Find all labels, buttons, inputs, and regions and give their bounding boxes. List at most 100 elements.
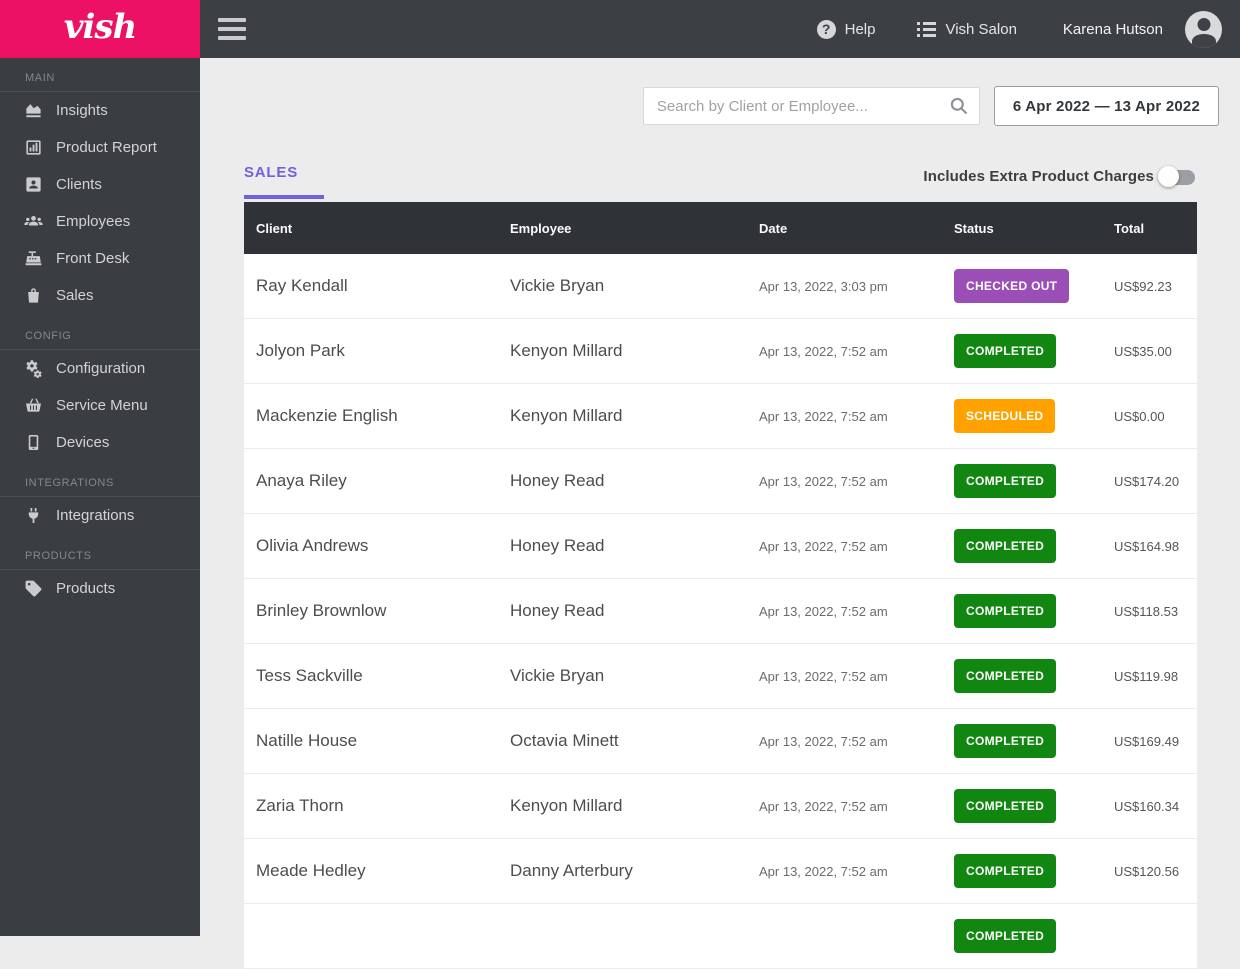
table-row[interactable]: Meade HedleyDanny ArterburyApr 13, 2022,… bbox=[244, 839, 1197, 904]
sidebar-item-devices[interactable]: Devices bbox=[0, 424, 200, 461]
extra-charges-toggle-label: Includes Extra Product Charges bbox=[923, 168, 1154, 185]
user-name: Karena Hutson bbox=[1063, 21, 1163, 38]
status-cell: CHECKED OUT bbox=[942, 269, 1102, 303]
sidebar-item-employees[interactable]: Employees bbox=[0, 203, 200, 240]
employee-cell: Honey Read bbox=[498, 536, 747, 556]
table-row[interactable]: Anaya RileyHoney ReadApr 13, 2022, 7:52 … bbox=[244, 449, 1197, 514]
column-header-status: Status bbox=[942, 221, 1102, 236]
search-icon[interactable] bbox=[949, 96, 969, 116]
date-cell: Apr 13, 2022, 7:52 am bbox=[747, 539, 942, 554]
sidebar-item-sales[interactable]: Sales bbox=[0, 277, 200, 314]
salon-name-label: Vish Salon bbox=[945, 21, 1016, 38]
client-cell: Zaria Thorn bbox=[244, 796, 498, 816]
client-cell: Olivia Andrews bbox=[244, 536, 498, 556]
status-badge: COMPLETED bbox=[954, 334, 1056, 368]
sidebar-section-label: MAIN bbox=[0, 72, 200, 91]
client-cell: Anaya Riley bbox=[244, 471, 498, 491]
status-cell: COMPLETED bbox=[942, 659, 1102, 693]
employee-cell: Octavia Minett bbox=[498, 731, 747, 751]
sidebar-item-service-menu[interactable]: Service Menu bbox=[0, 387, 200, 424]
date-cell: Apr 13, 2022, 7:52 am bbox=[747, 604, 942, 619]
date-cell: Apr 13, 2022, 3:03 pm bbox=[747, 279, 942, 294]
cash-register-icon bbox=[24, 249, 43, 268]
total-cell: US$174.20 bbox=[1102, 474, 1197, 489]
date-cell: Apr 13, 2022, 7:52 am bbox=[747, 799, 942, 814]
date-cell: Apr 13, 2022, 7:52 am bbox=[747, 474, 942, 489]
salon-selector[interactable]: Vish Salon bbox=[917, 21, 1016, 38]
list-icon bbox=[917, 21, 936, 38]
date-cell: Apr 13, 2022, 7:52 am bbox=[747, 669, 942, 684]
table-row[interactable]: Ray KendallVickie BryanApr 13, 2022, 3:0… bbox=[244, 254, 1197, 319]
date-cell: Apr 13, 2022, 7:52 am bbox=[747, 344, 942, 359]
total-cell: US$120.56 bbox=[1102, 864, 1197, 879]
sidebar-item-configuration[interactable]: Configuration bbox=[0, 350, 200, 387]
sidebar-item-clients[interactable]: Clients bbox=[0, 166, 200, 203]
column-header-employee: Employee bbox=[498, 221, 747, 236]
status-cell: COMPLETED bbox=[942, 789, 1102, 823]
tablet-icon bbox=[24, 433, 43, 452]
table-row[interactable]: COMPLETED bbox=[244, 904, 1197, 969]
client-cell: Tess Sackville bbox=[244, 666, 498, 686]
date-range-button[interactable]: 6 Apr 2022 — 13 Apr 2022 bbox=[994, 86, 1219, 126]
sidebar-item-products[interactable]: Products bbox=[0, 570, 200, 607]
status-badge: COMPLETED bbox=[954, 724, 1056, 758]
menu-hamburger-icon[interactable] bbox=[218, 18, 246, 40]
area-chart-icon bbox=[24, 101, 43, 120]
employee-cell: Honey Read bbox=[498, 471, 747, 491]
employee-cell: Vickie Bryan bbox=[498, 666, 747, 686]
sidebar-item-insights[interactable]: Insights bbox=[0, 92, 200, 129]
total-cell: US$169.49 bbox=[1102, 734, 1197, 749]
total-cell: US$164.98 bbox=[1102, 539, 1197, 554]
table-row[interactable]: Zaria ThornKenyon MillardApr 13, 2022, 7… bbox=[244, 774, 1197, 839]
employee-cell: Danny Arterbury bbox=[498, 861, 747, 881]
sidebar-section-label: PRODUCTS bbox=[0, 550, 200, 569]
status-cell: COMPLETED bbox=[942, 594, 1102, 628]
sidebar-item-product-report[interactable]: Product Report bbox=[0, 129, 200, 166]
total-cell: US$92.23 bbox=[1102, 279, 1197, 294]
sidebar-item-front-desk[interactable]: Front Desk bbox=[0, 240, 200, 277]
sidebar-section-label: INTEGRATIONS bbox=[0, 477, 200, 496]
table-row[interactable]: Jolyon ParkKenyon MillardApr 13, 2022, 7… bbox=[244, 319, 1197, 384]
table-row[interactable]: Natille HouseOctavia MinettApr 13, 2022,… bbox=[244, 709, 1197, 774]
employee-cell: Kenyon Millard bbox=[498, 406, 747, 426]
vish-logo[interactable]: vish bbox=[0, 0, 200, 58]
sidebar-item-label: Configuration bbox=[56, 360, 145, 377]
table-row[interactable]: Tess SackvilleVickie BryanApr 13, 2022, … bbox=[244, 644, 1197, 709]
total-cell: US$0.00 bbox=[1102, 409, 1197, 424]
sidebar-item-label: Front Desk bbox=[56, 250, 129, 267]
tab-active-underline bbox=[244, 195, 324, 199]
status-badge: COMPLETED bbox=[954, 659, 1056, 693]
main-content: 6 Apr 2022 — 13 Apr 2022 SALES Includes … bbox=[200, 58, 1240, 936]
status-cell: COMPLETED bbox=[942, 464, 1102, 498]
contact-card-icon bbox=[24, 175, 43, 194]
date-cell: Apr 13, 2022, 7:52 am bbox=[747, 409, 942, 424]
sidebar-section: MAINInsightsProduct ReportClientsEmploye… bbox=[0, 72, 200, 314]
table-row[interactable]: Mackenzie EnglishKenyon MillardApr 13, 2… bbox=[244, 384, 1197, 449]
vish-logo-text: vish bbox=[64, 10, 137, 48]
column-header-total: Total bbox=[1102, 221, 1197, 236]
sidebar-item-label: Integrations bbox=[56, 507, 134, 524]
client-cell: Ray Kendall bbox=[244, 276, 498, 296]
date-cell: Apr 13, 2022, 7:52 am bbox=[747, 734, 942, 749]
tab-sales[interactable]: SALES bbox=[244, 164, 324, 199]
table-row[interactable]: Olivia AndrewsHoney ReadApr 13, 2022, 7:… bbox=[244, 514, 1197, 579]
sidebar-section: INTEGRATIONS Integrations bbox=[0, 477, 200, 534]
date-cell: Apr 13, 2022, 7:52 am bbox=[747, 864, 942, 879]
plug-icon bbox=[24, 506, 43, 525]
sales-table-body: Ray Kendall Vickie Bryan Apr 13, 2022, 3:0… bbox=[244, 254, 1197, 969]
basket-icon bbox=[24, 396, 43, 415]
employee-cell: Kenyon Millard bbox=[498, 341, 747, 361]
table-row[interactable]: Brinley BrownlowHoney ReadApr 13, 2022, … bbox=[244, 579, 1197, 644]
column-header-date: Date bbox=[747, 221, 942, 236]
status-cell: COMPLETED bbox=[942, 854, 1102, 888]
sidebar-item-integrations[interactable]: Integrations bbox=[0, 497, 200, 534]
sidebar-item-label: Sales bbox=[56, 287, 94, 304]
avatar[interactable] bbox=[1185, 11, 1222, 48]
sidebar-sections: MAINInsightsProduct ReportClientsEmploye… bbox=[0, 72, 200, 607]
help-label: Help bbox=[845, 21, 876, 38]
total-cell: US$160.34 bbox=[1102, 799, 1197, 814]
extra-charges-toggle[interactable] bbox=[1158, 166, 1197, 188]
help-button[interactable]: ? Help bbox=[817, 20, 876, 39]
status-cell: COMPLETED bbox=[942, 529, 1102, 563]
search-input[interactable] bbox=[643, 87, 980, 125]
